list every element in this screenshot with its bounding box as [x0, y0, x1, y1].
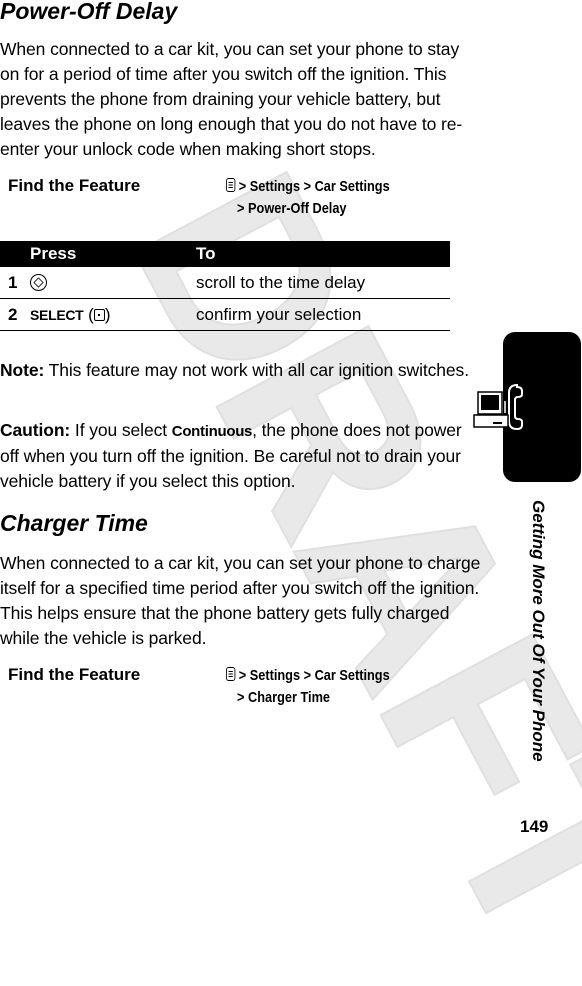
computer-phone-icon [473, 384, 523, 431]
select-key-icon [93, 308, 105, 321]
step-number: 2 [0, 298, 30, 331]
table-bottom-rule [0, 330, 450, 331]
table-header-row: Press To [0, 241, 450, 267]
feature-path: > Settings > Car Settings > Charger Time [226, 665, 390, 709]
section-title-charger-time: Charger Time [0, 510, 148, 536]
note-label: Note: [0, 360, 45, 380]
power-off-delay-intro: When connected to a car kit, you can set… [0, 39, 463, 159]
section-title-power-off-delay: Power-Off Delay [0, 0, 178, 24]
find-the-feature-label: Find the Feature [8, 665, 141, 684]
table-row: 1 scroll to the time delay [0, 267, 450, 299]
to-cell: scroll to the time delay [196, 267, 450, 299]
find-the-feature-label: Find the Feature [8, 176, 141, 195]
header-to: To [196, 241, 450, 267]
step-number: 1 [0, 267, 30, 299]
page-number: 149 [520, 817, 549, 836]
caution-label: Caution: [0, 420, 71, 440]
select-key-label: SELECT [30, 306, 84, 323]
charger-time-intro: When connected to a car kit, you can set… [0, 553, 481, 648]
feature-path-line1: > Settings > Car Settings [238, 667, 390, 684]
press-to-table: Press To 1 scroll to the time delay 2 SE… [0, 241, 450, 331]
nav-key-icon [30, 273, 47, 291]
to-cell: confirm your selection [196, 298, 450, 331]
note-paragraph: Note: This feature may not work with all… [0, 360, 469, 380]
press-cell [30, 267, 196, 299]
header-press: Press [30, 241, 196, 267]
feature-path-line2: > Charger Time [237, 689, 331, 706]
press-cell: SELECT () [30, 298, 196, 331]
feature-path-line1: > Settings > Car Settings [238, 178, 390, 195]
caution-paragraph: Caution: If you select Continuous, the p… [0, 420, 462, 491]
chapter-title: Getting More Out Of Your Phone [529, 500, 548, 762]
feature-path: > Settings > Car Settings > Power-Off De… [226, 176, 390, 220]
menu-key-icon [226, 667, 236, 681]
table-row: 2 SELECT () confirm your selection [0, 298, 450, 331]
menu-key-icon [226, 178, 236, 192]
option-continuous: Continuous [171, 423, 253, 440]
feature-path-line2: > Power-Off Delay [237, 200, 347, 217]
